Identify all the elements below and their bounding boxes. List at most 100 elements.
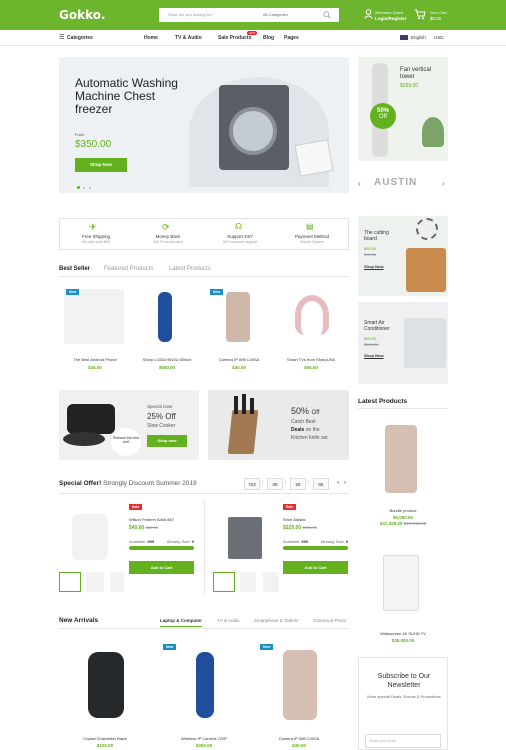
knife-set-banner[interactable]: 50% Off Catch Best Deals on the Kitchen …: [208, 390, 349, 460]
plane-icon: ✈: [89, 222, 97, 232]
newsletter-email-input[interactable]: Enter your email: [365, 734, 441, 748]
cutting-board-card[interactable]: The cutting board $90.00 $95.00 Shop Now: [358, 216, 448, 296]
offer-product-image[interactable]: [228, 517, 262, 559]
tab-featured-products[interactable]: Featured Products: [104, 266, 153, 272]
fan-promo-card[interactable]: Fan vertical tower $299.00 50% Off: [358, 57, 448, 161]
search-icon[interactable]: [323, 11, 331, 19]
hero-slider[interactable]: Automatic Washing Machine Chest freezer …: [59, 57, 349, 193]
detergent-box-image: [294, 139, 334, 177]
next-arrow-icon[interactable]: ›: [344, 480, 346, 486]
offer-product-name[interactable]: Shoe Adidas: [283, 517, 305, 522]
air-conditioner-card[interactable]: Smart Air Conditioner $99.00 $120.00 Sho…: [358, 302, 448, 384]
tab-smartphone-tablets[interactable]: Smartphone & Tablets: [254, 618, 298, 623]
product-image[interactable]: [88, 652, 124, 718]
login-register-link[interactable]: Login/Register: [375, 16, 407, 21]
slow-cooker-banner[interactable]: Release the best chef Special now! 25% O…: [59, 390, 199, 460]
product-name[interactable]: Sharp LC60LH510U 60inch: [132, 357, 202, 362]
product-image[interactable]: [295, 295, 329, 335]
site-logo[interactable]: Gokko.: [59, 8, 106, 22]
thumbnail[interactable]: [86, 572, 104, 592]
discount-badge: 50% Off: [370, 103, 396, 129]
nav-tv-audio[interactable]: TV & Audio: [175, 35, 202, 41]
tab-laptop-computer[interactable]: Laptop & Computer: [160, 618, 202, 627]
add-to-cart-button[interactable]: Add to Cart: [129, 561, 194, 574]
side-card-shop-now[interactable]: Shop Now: [364, 264, 384, 269]
feature-title: Payment Method: [294, 234, 330, 239]
top-header: Gokko. What are you looking for? All Cat…: [0, 0, 506, 30]
add-to-cart-button[interactable]: Add to Cart: [283, 561, 348, 574]
product-price: $100.00: [96, 743, 114, 748]
search-category-select[interactable]: All Categories: [263, 12, 288, 17]
new-badge: New: [210, 289, 224, 295]
nav-sale-products[interactable]: Sale Products: [218, 35, 251, 41]
product-name[interactable]: Bundle product: [358, 508, 448, 513]
thumbnail[interactable]: [59, 572, 81, 592]
side-card-shop-now[interactable]: Shop Now: [364, 353, 384, 358]
cooker-shop-button[interactable]: Shop now: [147, 435, 187, 447]
tab-camera-photo[interactable]: Camera & Photo: [313, 618, 346, 623]
product-name[interactable]: Wireless IP Camera 720P: [169, 736, 239, 741]
headset-icon: ☊: [235, 222, 243, 231]
slider-dots[interactable]: [77, 185, 91, 191]
side-card-old-price: $120.00: [364, 342, 379, 347]
nav-blog[interactable]: Blog: [263, 35, 274, 41]
product-image[interactable]: [283, 650, 317, 720]
product-image[interactable]: [158, 292, 172, 342]
language-select[interactable]: English: [411, 35, 426, 40]
product-name[interactable]: Crystal Chandelier Black: [70, 736, 140, 741]
search-input[interactable]: What are you looking for?: [168, 12, 214, 17]
thumbnail[interactable]: [263, 572, 279, 592]
product-name[interactable]: Camera IP Wifi C40SA: [204, 357, 274, 362]
knife-pct: 50% Off: [291, 406, 320, 416]
new-badge: New: [260, 644, 274, 650]
product-image[interactable]: [196, 652, 214, 718]
product-name[interactable]: The Best Android Phone: [60, 357, 130, 362]
tab-latest-products[interactable]: Latest Products: [169, 266, 211, 272]
thumbnail[interactable]: [240, 572, 256, 592]
thumbnail[interactable]: [110, 572, 124, 592]
brand-logo[interactable]: AUSTIN: [374, 177, 417, 188]
search-bar[interactable]: What are you looking for? All Categories: [159, 8, 339, 22]
prev-arrow-icon[interactable]: ‹: [358, 179, 361, 188]
product-price: $6,090.00: [392, 515, 414, 520]
nav-home[interactable]: Home: [144, 35, 158, 41]
feature-sub: Secure System: [300, 240, 324, 244]
countdown-minutes: 55: [290, 478, 306, 490]
washing-machine-door: [229, 107, 277, 155]
account-link[interactable]: Welcome Guest Login/Register: [364, 8, 414, 22]
product-image[interactable]: [64, 289, 124, 344]
product-price: $55.00: [304, 365, 318, 370]
knife-line1: Catch Best: [291, 419, 316, 425]
newsletter-sub: More special Deals, Events & Promotions: [367, 694, 441, 699]
feature-sub: 100 % money back: [153, 240, 183, 244]
nav-pages[interactable]: Pages: [284, 35, 299, 41]
feature-sub: All order over $99: [82, 240, 110, 244]
feature-title: Free Shipping: [81, 234, 111, 239]
hero-shop-now-button[interactable]: Shop Now: [75, 158, 127, 172]
tab-tv-audio[interactable]: TV & Audio: [217, 618, 240, 623]
product-price: $350.00: [195, 743, 213, 748]
thumbnail[interactable]: [213, 572, 235, 592]
offer-product-name[interactable]: Wilson Federer Adult 887: [129, 517, 174, 522]
product-name[interactable]: Camera IP Wifi C40SA: [264, 736, 334, 741]
countdown-hours: 08: [267, 478, 283, 490]
product-name[interactable]: Widescreen 4K SUHD TV: [358, 631, 448, 636]
next-arrow-icon[interactable]: ›: [442, 179, 445, 188]
prev-arrow-icon[interactable]: ‹: [337, 480, 339, 486]
user-icon: [364, 9, 373, 19]
new-badge: New: [163, 644, 177, 650]
cart-total: $0.00: [430, 16, 442, 21]
new-arrivals-title: New Arrivals: [59, 617, 99, 624]
offer-product-image[interactable]: [72, 514, 108, 560]
categories-menu[interactable]: Categories: [67, 35, 93, 41]
product-image[interactable]: [383, 555, 419, 611]
product-image[interactable]: [226, 292, 250, 342]
cart-link[interactable]: Your Cart $0.00: [414, 8, 454, 22]
cart-label: Your Cart: [430, 10, 447, 15]
product-image[interactable]: [385, 425, 417, 493]
product-name[interactable]: Smart TVs from SharpUSA: [276, 357, 346, 362]
tab-best-seller[interactable]: Best Seller: [59, 266, 90, 272]
feature-sub: 24/7 customer support: [222, 240, 258, 244]
product-price-range: $47,328.00 $47,618.00: [379, 521, 427, 526]
currency-select[interactable]: USD: [434, 35, 444, 40]
